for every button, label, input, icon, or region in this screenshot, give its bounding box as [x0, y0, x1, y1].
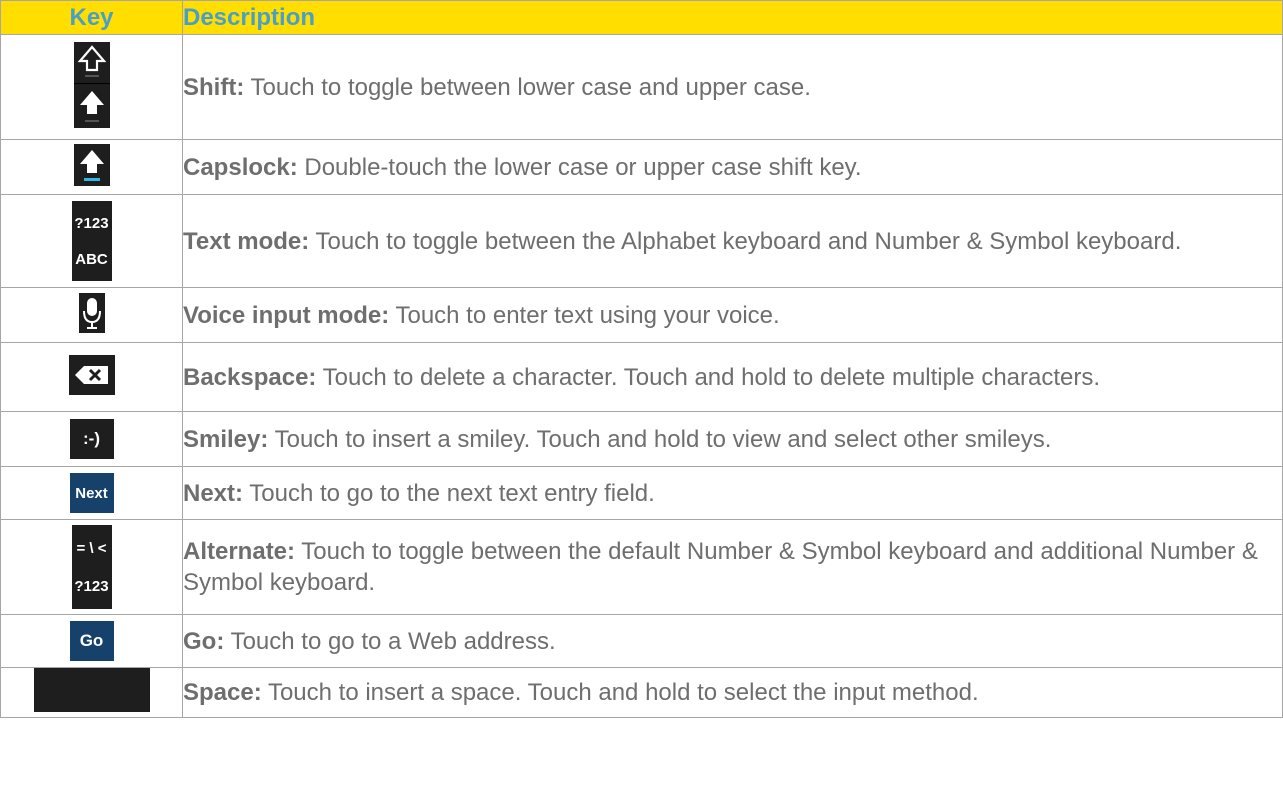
row-term: Capslock: [183, 153, 298, 181]
backspace-icon [68, 354, 115, 395]
table-row: Space: Touch to insert a space. Touch an… [0, 667, 1283, 718]
row-description: Touch to enter text using your voice. [389, 301, 780, 329]
row-term: Smiley: [183, 425, 269, 453]
row-description: Touch to insert a space. Touch and hold … [261, 679, 979, 706]
table-row: Go Go: Touch to go to a Web address. [0, 614, 1283, 668]
row-term: Text mode: [183, 227, 310, 255]
table-row: ?123 ABC Text mode: Touch to toggle betw… [0, 194, 1283, 288]
shift-icon [73, 41, 110, 128]
microphone-icon [78, 292, 105, 333]
keyboard-keys-table: Key Description Shift: Touch to toggle b… [0, 0, 1283, 718]
go-key-icon: Go [69, 621, 114, 661]
table-row: Next Next: Touch to go to the next text … [0, 466, 1283, 520]
key-label: ?123 [74, 205, 109, 241]
alternate-icon: = \ < ?123 [71, 525, 112, 609]
key-label: ABC [75, 241, 108, 277]
table-header: Key Description [0, 0, 1283, 35]
row-description: Double-touch the lower case or upper cas… [297, 153, 862, 181]
header-key: Key [0, 0, 183, 35]
table-row: = \ < ?123 Alternate: Touch to toggle be… [0, 519, 1283, 615]
row-description: Touch to toggle between the Alphabet key… [309, 227, 1182, 255]
row-term: Backspace: [183, 363, 317, 391]
row-term: Space: [183, 679, 262, 706]
header-description: Description [182, 0, 1283, 35]
row-description: Touch to delete a character. Touch and h… [316, 363, 1101, 391]
row-description: Touch to go to the next text entry field… [243, 479, 655, 507]
key-label: = \ < [76, 529, 107, 567]
row-description: Touch to toggle between lower case and u… [244, 73, 811, 101]
table-row: Shift: Touch to toggle between lower cas… [0, 34, 1283, 140]
row-description: Touch to insert a smiley. Touch and hold… [268, 425, 1052, 453]
key-label: ?123 [74, 567, 109, 605]
capslock-icon [73, 143, 110, 186]
row-term: Alternate: [183, 538, 296, 565]
row-term: Go: [183, 627, 225, 655]
table-row: Backspace: Touch to delete a character. … [0, 342, 1283, 412]
row-term: Shift: [183, 73, 245, 101]
smiley-icon: :-) [69, 419, 114, 459]
table-row: Capslock: Double-touch the lower case or… [0, 139, 1283, 195]
table-row: Voice input mode: Touch to enter text us… [0, 287, 1283, 343]
row-term: Next: [183, 479, 244, 507]
table-row: :-) Smiley: Touch to insert a smiley. To… [0, 411, 1283, 467]
text-mode-icon: ?123 ABC [71, 201, 112, 281]
row-description: Touch to toggle between the default Numb… [183, 538, 1258, 596]
next-key-icon: Next [69, 473, 114, 513]
row-term: Voice input mode: [183, 301, 390, 329]
space-key-icon [33, 668, 150, 712]
row-description: Touch to go to a Web address. [224, 627, 556, 655]
